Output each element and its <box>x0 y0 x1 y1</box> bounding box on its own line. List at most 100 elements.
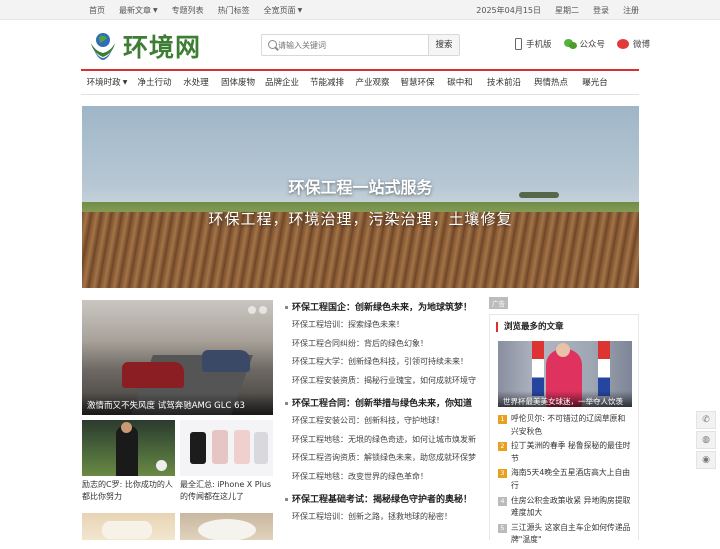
wechat-label: 公众号 <box>579 40 606 50</box>
news-item[interactable]: 环保工程咨询资质：解锁绿色未来，助您成就环保梦 <box>292 449 478 468</box>
flag-left <box>532 341 544 396</box>
float-wechat-button[interactable]: ◍ <box>696 431 716 449</box>
phone-icon <box>515 38 522 50</box>
thumb-caption[interactable]: 最全汇总: iPhone X Plus的传闻都在这儿了 <box>180 479 275 503</box>
food-item <box>102 521 152 539</box>
header-links: 手机版 公众号 微博 <box>515 38 662 50</box>
nav-item[interactable]: 技术前沿 <box>480 71 528 94</box>
rank-number: 5 <box>498 523 507 533</box>
nav-item[interactable]: 舆情热点 <box>528 71 574 94</box>
photo-person-head <box>556 343 570 357</box>
rank-number: 4 <box>498 496 507 506</box>
player-head <box>121 422 132 433</box>
logo-text: 环境网 <box>123 33 202 62</box>
weibo-label: 微博 <box>633 40 651 50</box>
car-right <box>202 350 250 372</box>
ad-tag: 广告 <box>489 297 508 309</box>
feature-card[interactable]: 激情而又不失风度 试驾奔驰AMG GLC 63 <box>82 300 273 415</box>
phone-4 <box>254 432 268 464</box>
phone-icon: ✆ <box>702 415 710 425</box>
mobile-link[interactable]: 手机版 <box>515 38 552 50</box>
topbar-latest-link[interactable]: 最新文章 ▼ <box>119 5 158 16</box>
weibo-link[interactable]: 微博 <box>617 38 650 50</box>
thumb-caption[interactable]: 励志的C罗: 比你成功的人都比你努力 <box>82 479 177 503</box>
nav-item-label: 环境时政 <box>86 78 121 88</box>
nav-item[interactable]: 碳中和 <box>440 71 480 94</box>
nav-item[interactable]: 智慧环保 <box>395 71 440 94</box>
rank-item[interactable]: 5 三江源头 这家自主车企如何传递品牌"温度" <box>498 522 632 547</box>
float-weibo-button[interactable]: ◉ <box>696 451 716 469</box>
most-viewed-title: 浏览最多的文章 <box>496 322 564 332</box>
search-icon <box>268 40 277 49</box>
banner-title: 环保工程一站式服务 <box>288 178 433 197</box>
topbar-topics-link[interactable]: 专题列表 <box>172 5 204 16</box>
rank-number: 1 <box>498 415 507 424</box>
nav-item[interactable]: 净土行动 <box>133 71 176 94</box>
wechat-icon: ◍ <box>702 435 710 445</box>
thumb-ronaldo[interactable] <box>82 420 175 476</box>
wechat-link[interactable]: 公众号 <box>563 38 606 50</box>
wechat-icon <box>563 39 577 49</box>
site-logo[interactable]: 环境网 <box>89 28 201 64</box>
topbar-latest-label: 最新文章 <box>119 6 151 15</box>
topbar-date: 2025年04月15日 <box>476 6 541 15</box>
logo-icon <box>89 31 117 61</box>
most-viewed-box: 浏览最多的文章 世界杯最美美女球迷，一举夺人饮羡 1 呼伦贝尔: 不可错过的辽阔草… <box>489 314 639 544</box>
nav-item[interactable]: 节能减排 <box>304 71 350 94</box>
weibo-icon <box>617 39 630 49</box>
top-bar: 首页 最新文章 ▼ 专题列表 热门标签 全宽页面 ▼ 2025年04月15日 星期二… <box>0 0 720 20</box>
thumb-food-1[interactable] <box>82 513 175 540</box>
topbar-fullwidth-link[interactable]: 全宽页面 ▼ <box>264 5 303 16</box>
news-item[interactable]: 环保工程地毯：无垠的绿色奇迹，如何让城市焕发新 <box>292 431 478 450</box>
rank-item[interactable]: 3 海南5天4晚全五星酒店高大上自由行 <box>498 467 632 492</box>
topbar-tags-link[interactable]: 热门标签 <box>218 5 250 16</box>
thumb-iphone[interactable] <box>180 420 273 476</box>
rank-item[interactable]: 4 住房公积金政策收紧 异地购房提取难度加大 <box>498 495 632 520</box>
news-item[interactable]: 环保工程培训：创新之路，拯救地球的秘密！ <box>292 508 478 527</box>
float-phone-button[interactable]: ✆ <box>696 411 716 429</box>
news-list: 环保工程国企：创新绿色未来，为地球筑梦！ 环保工程培训：探索绿色未来！ 环保工程… <box>285 300 478 527</box>
news-item[interactable]: 环保工程安装资质：揭秘行业瑰宝，如何成就环境守 <box>292 372 478 391</box>
topbar-home-link[interactable]: 首页 <box>89 5 105 16</box>
rank-item[interactable]: 1 呼伦贝尔: 不可错过的辽阔草原和兴安秋色 <box>498 413 632 438</box>
photo-caption: 世界杯最美美女球迷，一举夺人饮羡 <box>498 391 632 407</box>
news-item[interactable]: 环保工程地毯：改变世界的绿色革命！ <box>292 468 478 487</box>
thumb-food-2[interactable] <box>180 513 273 540</box>
rank-text: 三江源头 这家自主车企如何传递品牌"温度" <box>511 522 631 545</box>
topbar-weekday: 星期二 <box>555 6 579 15</box>
rank-item[interactable]: 2 拉丁美洲的春季 秘鲁探秘的最佳时节 <box>498 440 632 465</box>
nav-item[interactable]: 固体废物 <box>216 71 260 94</box>
nav-item[interactable]: 曝光台 <box>574 71 616 94</box>
rank-list: 1 呼伦贝尔: 不可错过的辽阔草原和兴安秋色 2 拉丁美洲的春季 秘鲁探秘的最佳时节… <box>498 413 632 549</box>
rank-text: 海南5天4晚全五星酒店高大上自由行 <box>511 468 631 490</box>
news-item[interactable]: 环保工程合同纠纷：背后的绿色幻象！ <box>292 335 478 354</box>
news-headline[interactable]: 环保工程合同：创新举措与绿色未来，你知道 <box>292 396 478 412</box>
login-link[interactable]: 登录 <box>593 5 609 16</box>
hero-banner[interactable]: 环保工程一站式服务 环保工程，环境治理，污染治理，土壤修复 <box>82 106 639 288</box>
feature-caption: 激情而又不失风度 试驾奔驰AMG GLC 63 <box>82 393 273 415</box>
search-button[interactable]: 搜索 <box>428 35 459 55</box>
flag-right <box>598 341 610 396</box>
nav-item[interactable]: 产业观察 <box>350 71 395 94</box>
food-bowl <box>198 519 256 540</box>
phone-2 <box>212 430 228 464</box>
register-link[interactable]: 注册 <box>623 5 639 16</box>
car-left <box>122 362 184 388</box>
rank-text: 拉丁美洲的春季 秘鲁探秘的最佳时节 <box>511 441 631 463</box>
news-headline[interactable]: 环保工程国企：创新绿色未来，为地球筑梦！ <box>292 300 478 316</box>
mobile-label: 手机版 <box>526 40 552 50</box>
rank-text: 呼伦贝尔: 不可错过的辽阔草原和兴安秋色 <box>511 414 626 436</box>
news-item[interactable]: 环保工程安装公司：创新科技，守护地球！ <box>292 412 478 431</box>
news-item[interactable]: 环保工程大学：创新绿色科技，引领可持续未来！ <box>292 353 478 372</box>
slider-dots[interactable] <box>248 306 267 314</box>
topbar-fullwidth-label: 全宽页面 <box>263 6 296 15</box>
weibo-icon: ◉ <box>702 455 710 465</box>
nav-item[interactable]: 环境时政 ▼ <box>81 71 133 94</box>
search-input[interactable] <box>278 38 428 52</box>
news-item[interactable]: 环保工程培训：探索绿色未来！ <box>292 316 478 335</box>
nav-item[interactable]: 品牌企业 <box>260 71 304 94</box>
ball <box>156 460 167 471</box>
news-headline[interactable]: 环保工程基础考试：揭秘绿色守护者的奥秘！ <box>292 492 478 508</box>
most-viewed-photo[interactable]: 世界杯最美美女球迷，一举夺人饮羡 <box>498 341 632 407</box>
nav-item[interactable]: 水处理 <box>176 71 216 94</box>
